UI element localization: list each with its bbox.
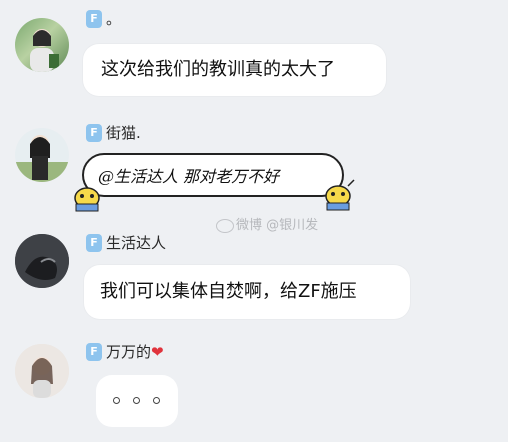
sender-name[interactable]: 万万的❤ xyxy=(106,342,164,362)
watermark: 微博 @银川发 xyxy=(216,214,318,233)
dot xyxy=(133,397,140,404)
avatar[interactable] xyxy=(15,18,69,72)
level-badge: F xyxy=(86,343,102,361)
cartoon-sticker-icon xyxy=(325,179,355,211)
message-text: @生活达人 那对老万不好 xyxy=(98,167,280,186)
level-badge: F xyxy=(86,124,102,142)
avatar[interactable] xyxy=(15,344,69,398)
message-text: 我们可以集体自焚啊，给ZF施压 xyxy=(100,281,357,302)
message-text: 这次给我们的教训真的太大了 xyxy=(101,59,335,80)
dot xyxy=(153,397,160,404)
avatar[interactable] xyxy=(15,128,69,182)
dot xyxy=(113,397,120,404)
message-bubble[interactable]: 这次给我们的教训真的太大了 xyxy=(83,44,386,96)
weibo-icon xyxy=(216,218,234,233)
sender-name[interactable]: 街猫. xyxy=(106,123,141,143)
message-bubble[interactable]: 。。。 xyxy=(96,375,178,427)
message-bubble[interactable]: @生活达人 那对老万不好 xyxy=(82,153,344,197)
avatar-image xyxy=(30,29,59,72)
avatar-image xyxy=(15,234,69,288)
sender-name[interactable]: 。 xyxy=(106,9,121,29)
avatar-image xyxy=(15,135,69,182)
level-badge: F xyxy=(86,10,102,28)
sender-name[interactable]: 生活达人 xyxy=(106,233,166,253)
watermark-text: 微博 @银川发 xyxy=(236,218,319,233)
avatar[interactable] xyxy=(15,234,69,288)
avatar-image xyxy=(15,344,69,398)
level-badge: F xyxy=(86,234,102,252)
heart-icon: ❤ xyxy=(151,343,164,361)
message-bubble[interactable]: 我们可以集体自焚啊，给ZF施压 xyxy=(84,265,410,319)
cartoon-sticker-icon xyxy=(74,187,100,212)
sender-name-text: 万万的 xyxy=(106,343,152,361)
